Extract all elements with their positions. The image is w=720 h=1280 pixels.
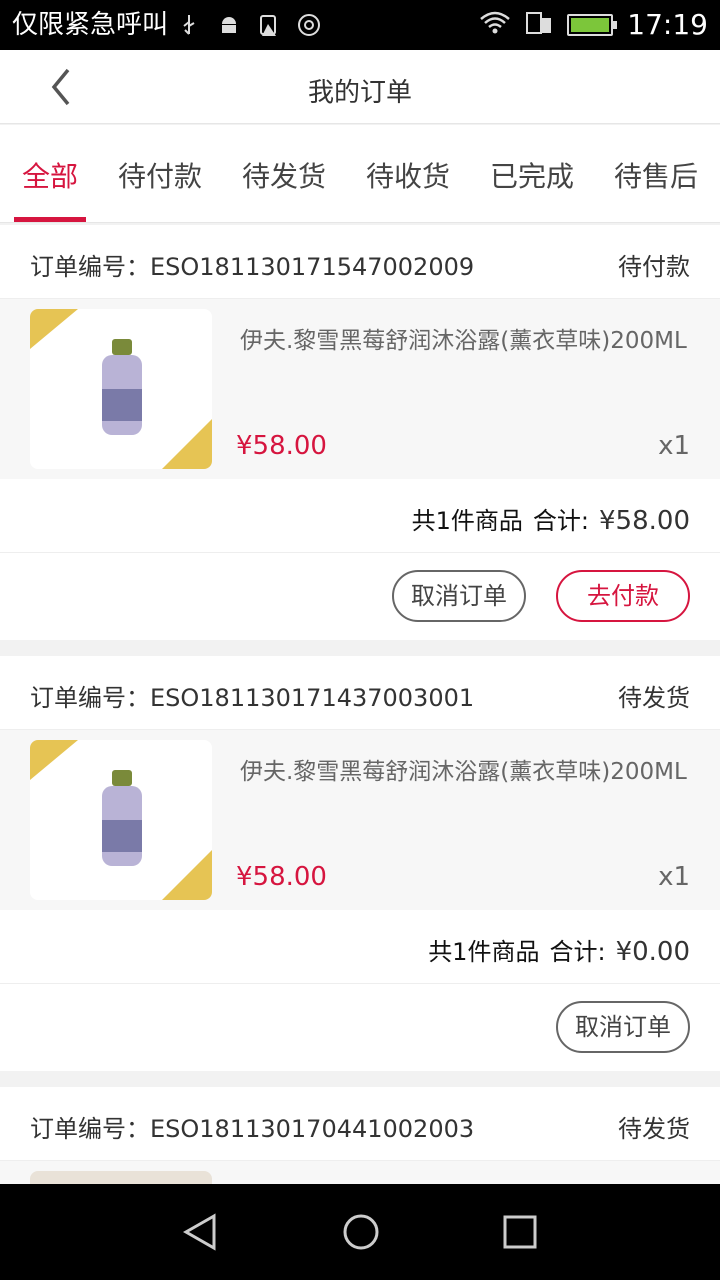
usb-icon — [176, 12, 202, 38]
home-circle-icon[interactable] — [341, 1212, 381, 1256]
total-label: 合计: — [532, 507, 590, 535]
recents-square-icon[interactable] — [502, 1214, 538, 1254]
item-count: 共1件商品 — [411, 507, 523, 535]
order-card: 订单编号：ESO181130170441002003 待发货 — [0, 1087, 720, 1184]
tab-pending-payment[interactable]: 待付款 — [118, 155, 202, 195]
product-quantity: x1 — [658, 862, 690, 892]
order-card: 订单编号：ESO181130171437003001 待发货 伊夫.黎雪黑莓舒润… — [0, 656, 720, 1071]
storage-warning-icon — [256, 12, 282, 38]
order-tabs: 全部 待付款 待发货 待收货 已完成 待售后 — [0, 125, 720, 223]
clock: 17:19 — [627, 8, 708, 41]
status-bar: 仅限紧急呼叫 17:19 — [0, 0, 720, 50]
order-item[interactable] — [0, 1161, 720, 1184]
android-icon — [216, 12, 242, 38]
product-price: ¥58.00 — [236, 431, 327, 461]
order-number: 订单编号：ESO181130171547002009 — [30, 253, 475, 281]
tab-pending-shipment[interactable]: 待发货 — [242, 155, 326, 195]
product-name: 伊夫.黎雪黑莓舒润沐浴露(薰衣草味)200ML — [240, 759, 687, 785]
order-status: 待发货 — [618, 1115, 690, 1143]
wifi-icon — [479, 10, 511, 40]
item-count: 共1件商品 — [428, 938, 540, 966]
carrier-text: 仅限紧急呼叫 — [12, 10, 169, 40]
product-name: 伊夫.黎雪黑莓舒润沐浴露(薰衣草味)200ML — [240, 328, 687, 354]
vpn-icon — [296, 12, 322, 38]
product-quantity: x1 — [658, 431, 690, 461]
order-number: 订单编号：ESO181130171437003001 — [30, 684, 475, 712]
tab-completed[interactable]: 已完成 — [490, 155, 574, 195]
tab-after-sales[interactable]: 待售后 — [614, 155, 698, 195]
product-price: ¥58.00 — [236, 862, 327, 892]
order-status: 待发货 — [618, 684, 690, 712]
order-total: ¥58.00 — [599, 506, 690, 536]
sim-icon — [525, 10, 553, 40]
cancel-order-button[interactable]: 取消订单 — [556, 1001, 690, 1053]
app-header: 我的订单 — [0, 50, 720, 124]
product-image — [30, 309, 212, 469]
product-image — [30, 1171, 212, 1184]
order-total: ¥0.00 — [615, 937, 690, 967]
active-tab-indicator — [14, 217, 86, 222]
back-triangle-icon[interactable] — [180, 1212, 220, 1256]
order-item[interactable]: 伊夫.黎雪黑莓舒润沐浴露(薰衣草味)200ML ¥58.00 x1 — [0, 730, 720, 910]
order-card: 订单编号：ESO181130171547002009 待付款 伊夫.黎雪黑莓舒润… — [0, 225, 720, 640]
tab-pending-receipt[interactable]: 待收货 — [366, 155, 450, 195]
battery-charging-icon — [567, 14, 618, 36]
page-title: 我的订单 — [307, 78, 412, 108]
tab-all[interactable]: 全部 — [22, 155, 78, 195]
cancel-order-button[interactable]: 取消订单 — [392, 570, 526, 622]
system-nav-bar — [0, 1184, 720, 1280]
order-status: 待付款 — [618, 253, 690, 281]
pay-button[interactable]: 去付款 — [556, 570, 690, 622]
total-label: 合计: — [549, 938, 606, 966]
order-item[interactable]: 伊夫.黎雪黑莓舒润沐浴露(薰衣草味)200ML ¥58.00 x1 — [0, 299, 720, 479]
order-number: 订单编号：ESO181130170441002003 — [30, 1115, 475, 1143]
product-image — [30, 740, 212, 900]
